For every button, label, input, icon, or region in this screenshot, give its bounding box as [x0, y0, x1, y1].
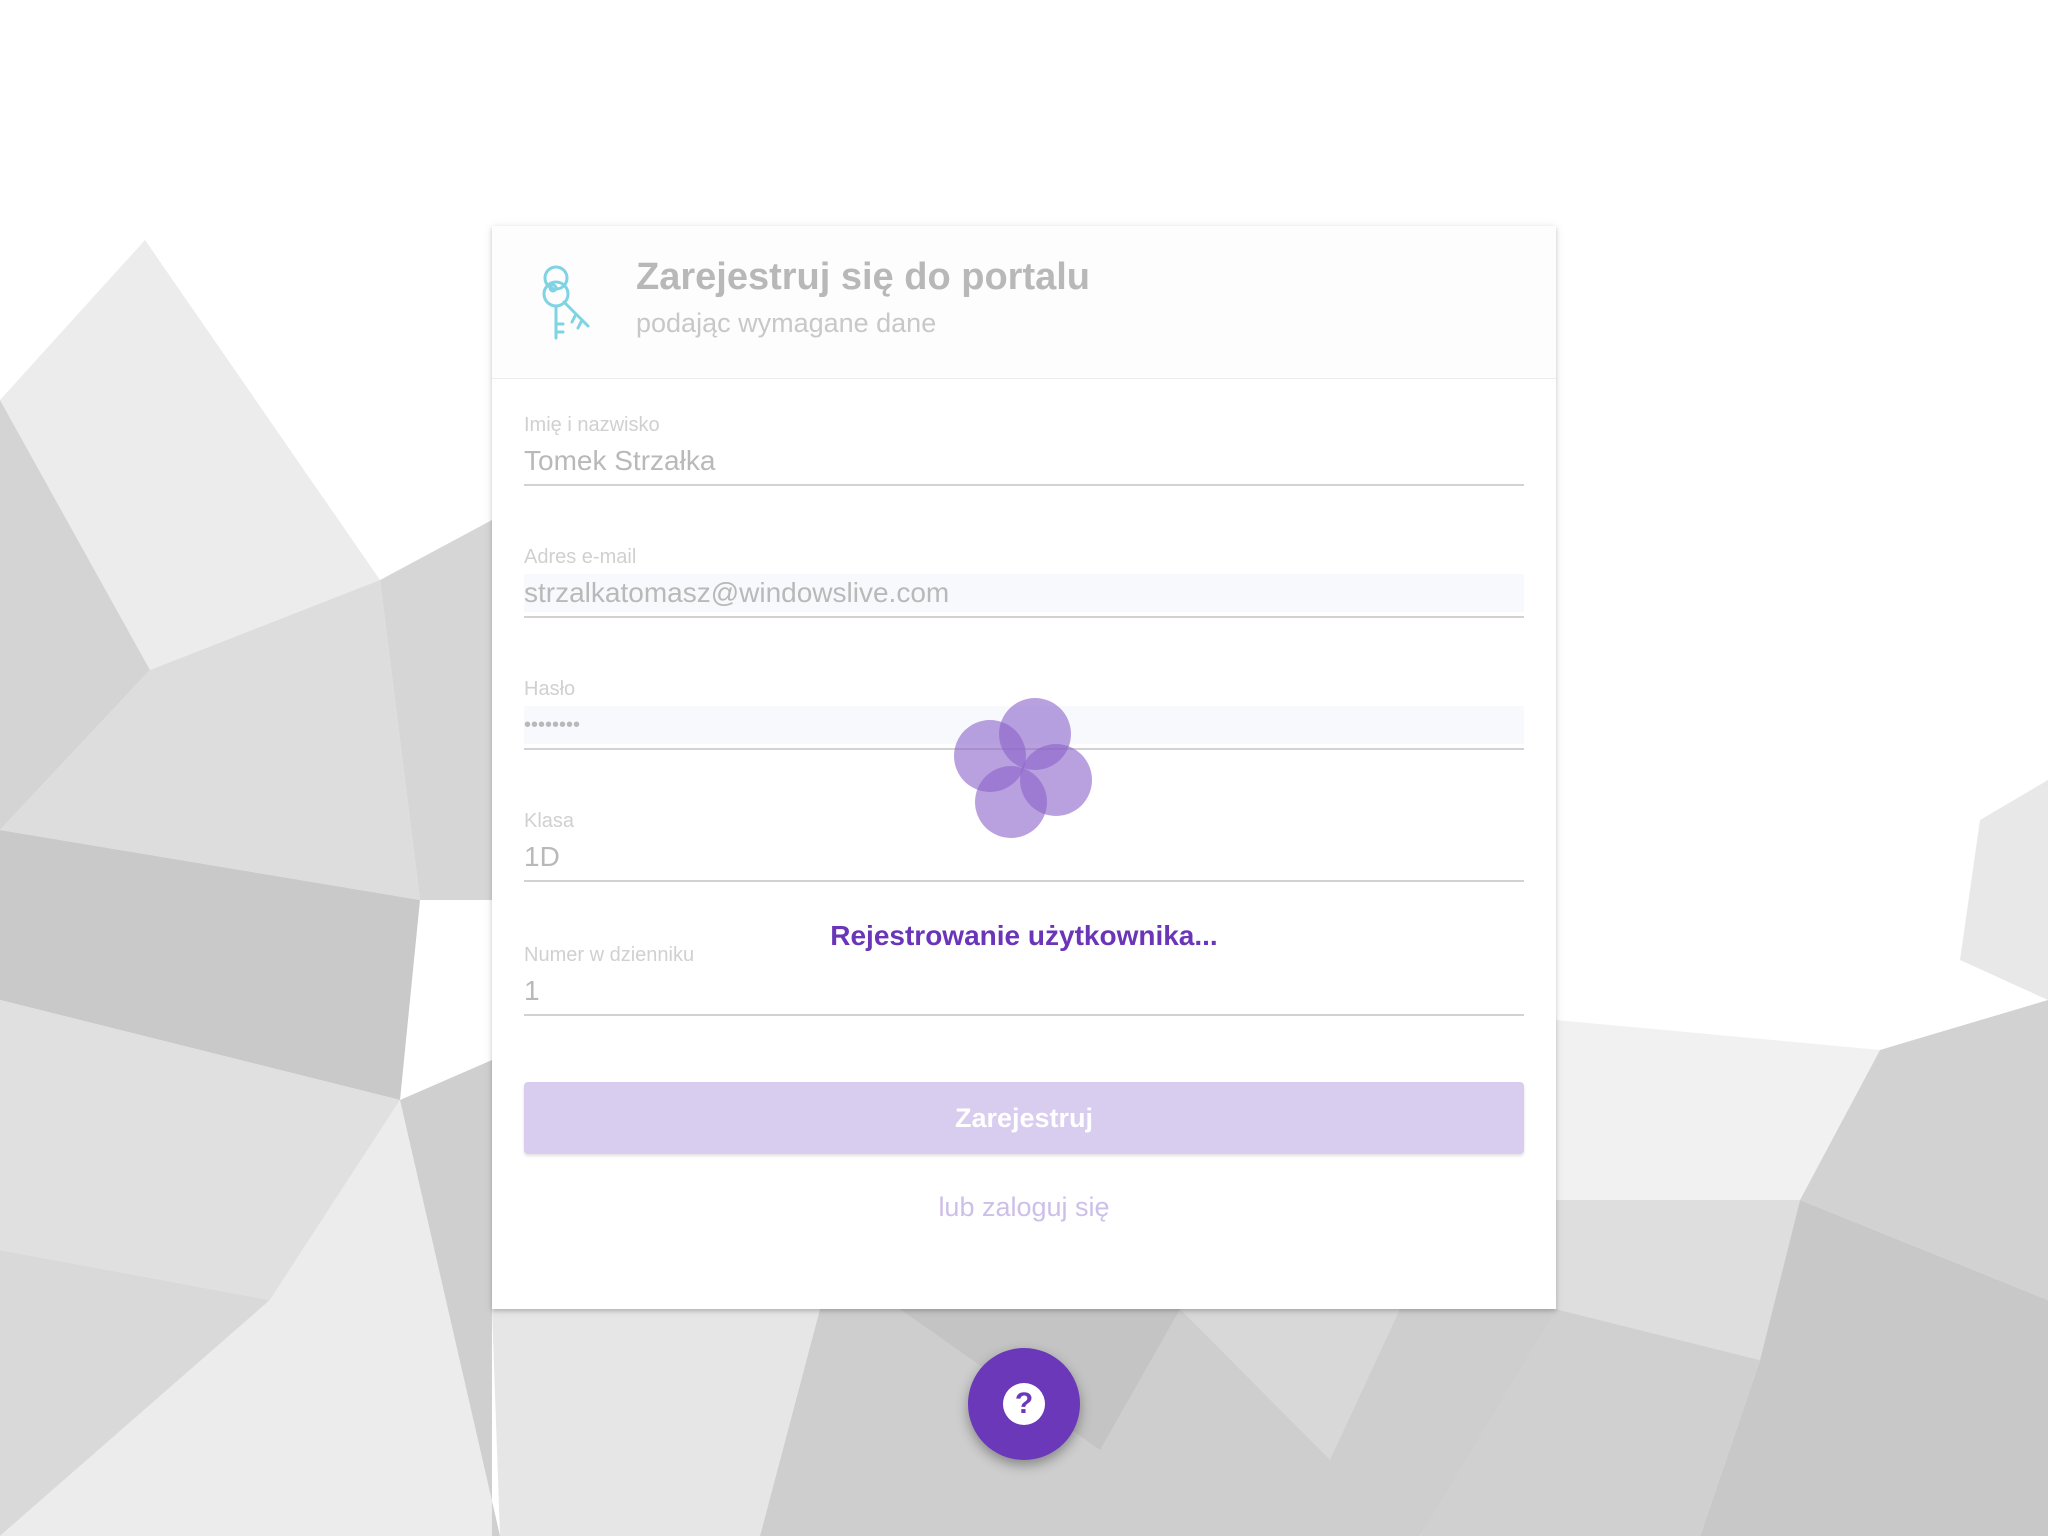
class-label: Klasa: [524, 810, 575, 832]
field-underline: [524, 616, 1524, 618]
help-icon: ?: [1003, 1383, 1045, 1425]
full-name-label: Imię i nazwisko: [524, 414, 660, 436]
field-underline: [524, 880, 1524, 882]
help-button[interactable]: ?: [968, 1348, 1080, 1460]
page-subtitle: podając wymagane dane: [636, 308, 937, 338]
loading-spinner-icon: [954, 698, 1092, 838]
class-input[interactable]: 1D: [524, 838, 1524, 876]
loading-message: Rejestrowanie użytkownika...: [830, 920, 1218, 951]
email-input[interactable]: strzalkatomasz@windowslive.com: [524, 574, 1524, 612]
full-name-input[interactable]: Tomek Strzałka: [524, 442, 1524, 480]
register-button[interactable]: Zarejestruj: [524, 1082, 1524, 1154]
field-underline: [524, 484, 1524, 486]
login-link-label[interactable]: lub zaloguj się: [938, 1192, 1109, 1222]
login-link[interactable]: lub zaloguj się: [492, 1192, 1556, 1223]
field-underline: [524, 1014, 1524, 1016]
card-header: Zarejestruj się do portalu podając wymag…: [492, 226, 1556, 379]
page-title: Zarejestruj się do portalu: [636, 256, 1090, 298]
email-label: Adres e-mail: [524, 546, 637, 568]
password-label: Hasło: [524, 678, 576, 700]
journal-number-input[interactable]: 1: [524, 972, 1524, 1010]
keys-icon: [542, 265, 590, 340]
